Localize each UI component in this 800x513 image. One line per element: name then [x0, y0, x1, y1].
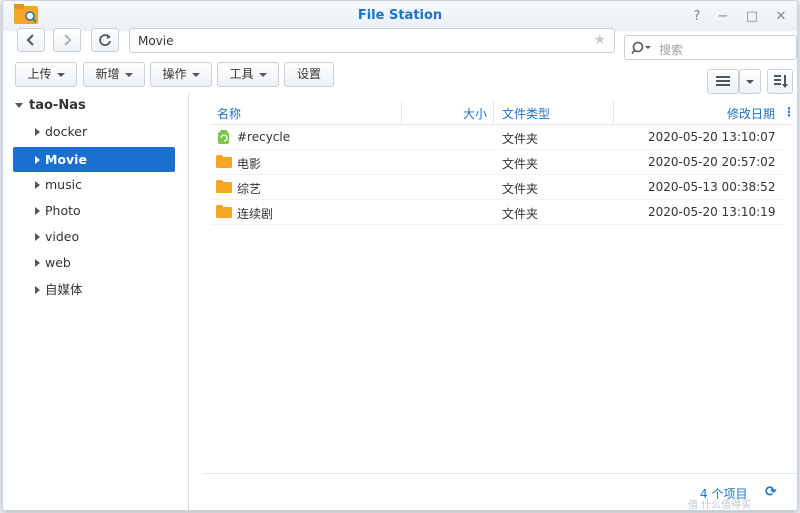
- column-modified[interactable]: 修改日期: [727, 105, 775, 122]
- sort-button[interactable]: [767, 69, 793, 94]
- refresh-button[interactable]: [91, 28, 119, 52]
- search-placeholder: 搜索: [659, 43, 684, 57]
- file-row[interactable]: 综艺 文件夹 2020-05-13 00:38:52: [211, 175, 783, 200]
- tree-item-photo[interactable]: Photo: [13, 198, 175, 223]
- tools-button[interactable]: 工具: [217, 62, 279, 87]
- column-size[interactable]: 大小: [463, 105, 487, 122]
- file-type: 文件夹: [502, 207, 539, 221]
- sort-icon: [774, 75, 788, 88]
- refresh-icon: [99, 34, 111, 46]
- file-name: 电影: [237, 157, 262, 171]
- folder-icon: [216, 205, 232, 218]
- file-type: 文件夹: [502, 157, 539, 171]
- maximize-button[interactable]: □: [744, 9, 760, 25]
- folder-tree: tao-Nas docker Movie music Photo video w…: [3, 93, 189, 510]
- file-modified: 2020-05-20 20:57:02: [648, 155, 776, 169]
- chevron-left-icon: [26, 34, 34, 46]
- tree-item-docker[interactable]: docker: [13, 119, 175, 144]
- file-type: 文件夹: [502, 132, 539, 146]
- settings-label: 设置: [296, 67, 321, 81]
- title-bar: File Station ? − □ ✕: [3, 1, 797, 31]
- tree-item-label: Movie: [45, 152, 87, 167]
- tree-item-label: web: [45, 255, 71, 270]
- file-name: 综艺: [237, 182, 262, 196]
- tree-item-video[interactable]: video: [13, 224, 175, 249]
- tools-label: 工具: [229, 67, 254, 81]
- upload-button[interactable]: 上传: [15, 62, 77, 87]
- tree-item-music[interactable]: music: [13, 172, 175, 197]
- tree-item-label: video: [45, 229, 80, 244]
- tree-item-web[interactable]: web: [13, 250, 175, 275]
- chevron-down-icon: [746, 79, 754, 84]
- minimize-button[interactable]: −: [715, 9, 731, 25]
- file-name: #recycle: [237, 130, 291, 144]
- tree-item-label: docker: [45, 124, 88, 139]
- folder-icon: [216, 180, 232, 193]
- chevron-down-icon: [124, 72, 133, 77]
- column-divider[interactable]: [493, 101, 494, 125]
- file-modified: 2020-05-20 13:10:07: [648, 130, 776, 144]
- tree-root-tao-nas[interactable]: tao-Nas: [15, 98, 86, 113]
- chevron-right-icon: [35, 286, 40, 294]
- chevron-down-icon: [258, 72, 267, 77]
- column-name[interactable]: 名称: [217, 105, 241, 122]
- list-view-icon: [716, 76, 730, 86]
- chevron-right-icon: [35, 128, 40, 136]
- file-modified: 2020-05-20 13:10:19: [648, 205, 776, 219]
- settings-button[interactable]: 设置: [284, 62, 334, 87]
- window-title: File Station: [357, 8, 443, 23]
- chevron-right-icon: [35, 156, 40, 164]
- tree-item-label: Photo: [45, 203, 81, 218]
- chevron-right-icon: [64, 34, 72, 46]
- chevron-right-icon: [35, 233, 40, 241]
- back-button[interactable]: [17, 28, 45, 52]
- upload-label: 上传: [27, 67, 52, 81]
- file-row[interactable]: #recycle 文件夹 2020-05-20 13:10:07: [211, 125, 783, 150]
- file-station-window: File Station ? − □ ✕ Movie ★ 搜索 上传 新增 操作…: [2, 0, 798, 511]
- chevron-right-icon: [35, 259, 40, 267]
- tree-item-label: 自媒体: [45, 282, 83, 297]
- chevron-down-icon: [15, 103, 23, 108]
- column-menu-icon[interactable]: ⋮: [783, 105, 795, 119]
- chevron-down-icon: [56, 72, 65, 77]
- path-bar[interactable]: Movie ★: [129, 28, 615, 53]
- file-row[interactable]: 电影 文件夹 2020-05-20 20:57:02: [211, 150, 783, 175]
- action-button[interactable]: 操作: [150, 62, 212, 87]
- tree-item-media[interactable]: 自媒体: [13, 277, 175, 302]
- chevron-right-icon: [35, 207, 40, 215]
- view-options-button[interactable]: [739, 69, 761, 94]
- file-modified: 2020-05-13 00:38:52: [648, 180, 776, 194]
- refresh-icon[interactable]: ⟳: [765, 484, 777, 500]
- tree-item-movie[interactable]: Movie: [13, 147, 175, 172]
- tree-item-label: music: [45, 177, 82, 192]
- create-button[interactable]: 新增: [83, 62, 145, 87]
- chevron-down-icon: [191, 72, 200, 77]
- search-icon[interactable]: [631, 41, 655, 55]
- file-row[interactable]: 连续剧 文件夹 2020-05-20 13:10:19: [211, 200, 783, 225]
- close-button[interactable]: ✕: [773, 9, 789, 25]
- column-type[interactable]: 文件类型: [502, 105, 550, 122]
- recycle-bin-icon: [218, 130, 229, 144]
- current-path: Movie: [138, 34, 174, 48]
- column-divider[interactable]: [401, 101, 402, 125]
- search-box[interactable]: 搜索: [624, 35, 797, 60]
- list-view-button[interactable]: [707, 69, 739, 94]
- folder-icon: [216, 155, 232, 168]
- create-label: 新增: [95, 67, 120, 81]
- file-list-header: 名称 大小 文件类型 修改日期 ⋮: [211, 101, 795, 125]
- chevron-right-icon: [35, 181, 40, 189]
- help-button[interactable]: ?: [689, 9, 705, 25]
- tree-root-label: tao-Nas: [29, 98, 86, 113]
- watermark: 值 什么值得买: [688, 500, 752, 511]
- forward-button[interactable]: [53, 28, 81, 52]
- column-divider[interactable]: [613, 101, 614, 125]
- file-name: 连续剧: [237, 207, 274, 221]
- file-type: 文件夹: [502, 182, 539, 196]
- favorite-star-icon[interactable]: ★: [593, 32, 606, 48]
- action-label: 操作: [162, 67, 187, 81]
